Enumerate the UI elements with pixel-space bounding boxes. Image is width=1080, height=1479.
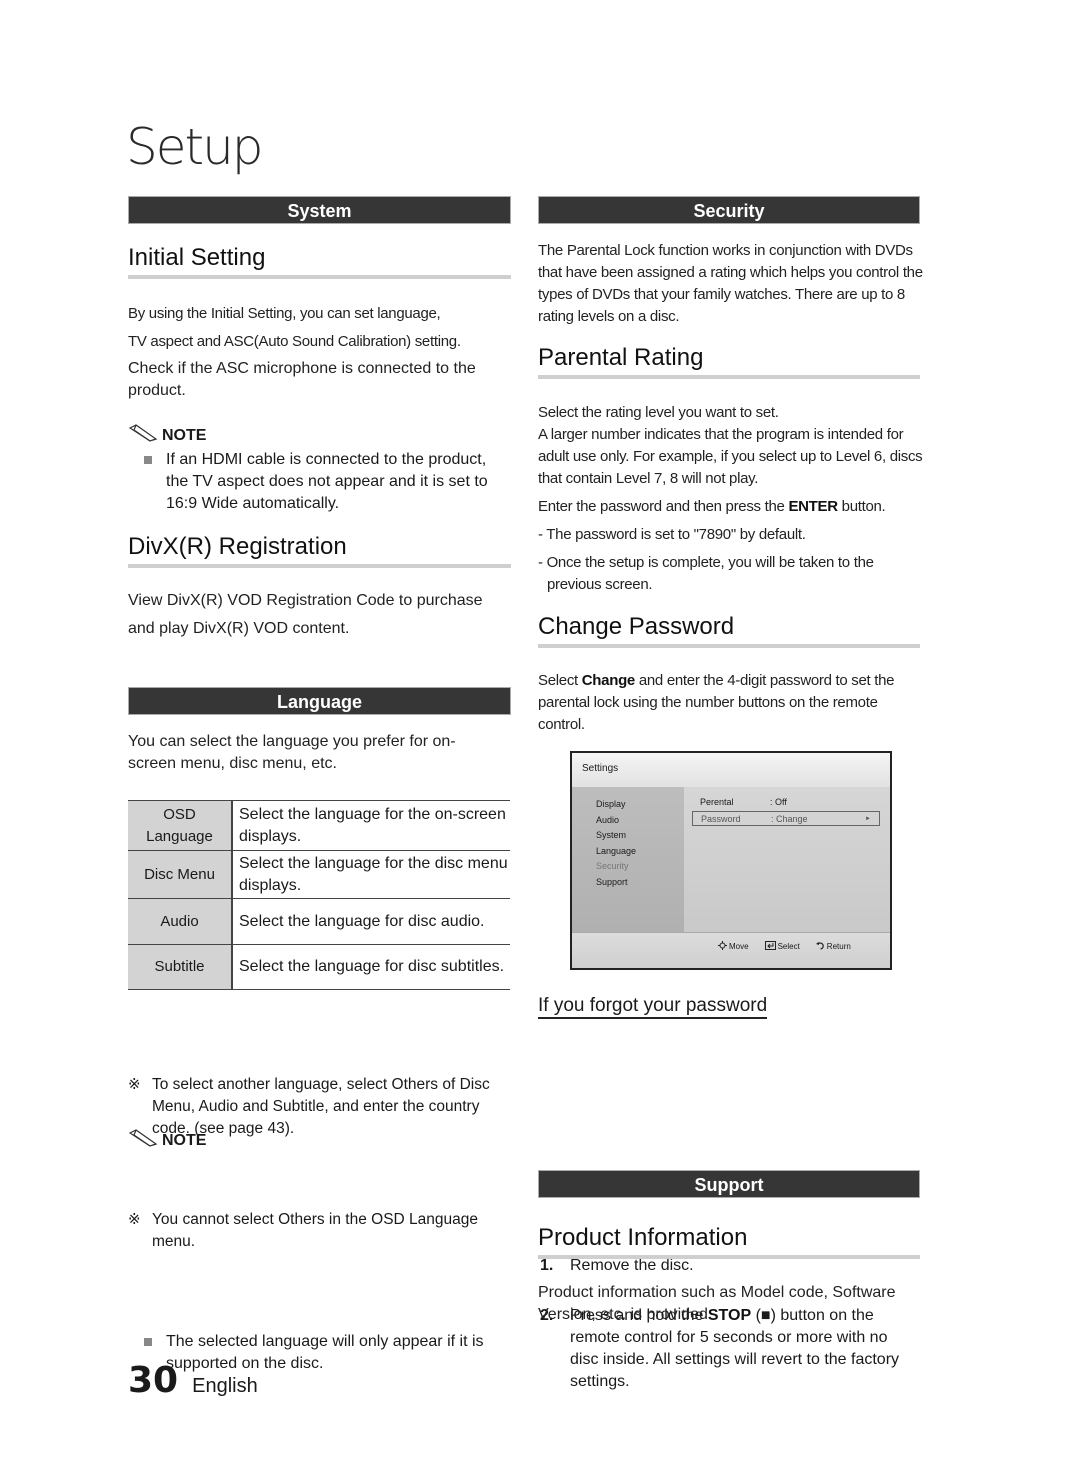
footer-select-label: Select xyxy=(777,942,800,951)
table-value: Select the language for disc audio. xyxy=(232,898,510,945)
table-key: Audio xyxy=(128,898,233,945)
page-number: 30 xyxy=(128,1360,179,1401)
footer-move-label: Move xyxy=(729,942,749,951)
pencil-icon xyxy=(128,424,158,447)
note-label: NOTE xyxy=(162,426,207,444)
parental-p3-text-end: button. xyxy=(837,498,886,515)
heading-parental-rating: Parental Rating xyxy=(538,344,920,379)
table-row: Audio Select the language for disc audio… xyxy=(128,898,510,945)
note-heading: NOTE xyxy=(128,424,206,447)
settings-row-label: Password xyxy=(701,813,741,824)
divx-p1: View DivX(R) VOD Registration Code to pu… xyxy=(128,592,483,609)
table-key: OSD Language xyxy=(128,800,233,851)
settings-menu-item: Display xyxy=(596,799,626,809)
heading-initial-setting: Initial Setting xyxy=(128,244,511,279)
product-info-text: Product information such as Model code, … xyxy=(538,1284,896,1323)
settings-row-value: : Off xyxy=(770,797,787,807)
settings-menu-panel: Display Audio System Language Security S… xyxy=(572,787,684,932)
section-bar-language: Language xyxy=(128,687,511,715)
step-text: Remove the disc. xyxy=(570,1257,694,1274)
change-password-text-start: Select xyxy=(538,672,582,689)
table-key: Disc Menu xyxy=(128,850,233,899)
heading-change-password: Change Password xyxy=(538,613,920,648)
settings-footer: Move Select Return xyxy=(572,932,890,968)
parental-p2: A larger number indicates that the progr… xyxy=(538,426,923,487)
arrow-right-icon: ► xyxy=(865,815,871,822)
parental-dash-1: - The password is set to "7890" by defau… xyxy=(538,526,806,543)
reference-note-text: You cannot select Others in the OSD Lang… xyxy=(152,1211,479,1250)
parental-p1: Select the rating level you want to set. xyxy=(538,404,779,421)
page-title: Setup xyxy=(126,118,264,176)
footer-move: Move xyxy=(718,941,749,952)
section-bar-system: System xyxy=(128,196,511,224)
table-value: Select the language for the on-screen di… xyxy=(232,800,510,851)
language-intro: You can select the language you prefer f… xyxy=(128,733,456,772)
change-option-label: Change xyxy=(581,672,636,689)
settings-row-value: : Change xyxy=(771,813,808,824)
settings-row-password: Password : Change ► xyxy=(692,811,880,826)
note-text: If an HDMI cable is connected to the pro… xyxy=(166,451,488,512)
enter-icon xyxy=(764,941,776,952)
parental-p3: Enter the password and then press the EN… xyxy=(538,496,923,518)
table-row: Subtitle Select the language for disc su… xyxy=(128,944,510,990)
bullet-square-icon xyxy=(144,1338,152,1346)
settings-screen-title: Settings xyxy=(572,753,890,787)
enter-button-label: ENTER xyxy=(788,498,838,515)
initial-setting-p2: TV aspect and ASC(Auto Sound Calibration… xyxy=(128,333,461,350)
parental-p3-text: Enter the password and then press the xyxy=(538,498,789,515)
reference-note-2: ※ You cannot select Others in the OSD La… xyxy=(128,1209,508,1253)
footer-return: Return xyxy=(815,941,851,952)
language-table: OSD Language Select the language for the… xyxy=(128,800,510,990)
settings-menu-item: Support xyxy=(596,876,628,887)
footer-select: Select xyxy=(764,941,800,952)
footer-return-label: Return xyxy=(826,942,851,951)
heading-forgot-password: If you forgot your password xyxy=(538,995,768,1019)
note-label: NOTE xyxy=(162,1131,207,1149)
initial-setting-p1: By using the Initial Setting, you can se… xyxy=(128,305,441,322)
parental-dash-2: - Once the setup is complete, you will b… xyxy=(538,554,874,593)
table-value: Select the language for the disc menu di… xyxy=(232,850,510,899)
heading-divx-registration: DivX(R) Registration xyxy=(128,533,511,568)
table-value: Select the language for disc subtitles. xyxy=(232,944,510,990)
reference-note-text: To select another language, select Other… xyxy=(152,1076,490,1137)
settings-menu-item-active: Security xyxy=(596,861,629,871)
settings-menu-item: Audio xyxy=(596,814,620,825)
return-icon xyxy=(815,941,825,952)
move-icon xyxy=(718,941,727,952)
section-bar-security: Security xyxy=(538,196,920,224)
settings-screen-image: Settings Display Audio System Language S… xyxy=(570,751,892,970)
pencil-icon xyxy=(128,1129,158,1152)
settings-row-parental: Perental : Off xyxy=(700,797,787,807)
initial-setting-p3: Check if the ASC microphone is connected… xyxy=(128,360,476,399)
security-intro: The Parental Lock function works in conj… xyxy=(538,242,923,325)
reference-mark-icon: ※ xyxy=(128,1211,141,1228)
table-row: OSD Language Select the language for the… xyxy=(128,800,510,851)
bullet-square-icon xyxy=(144,456,152,464)
note-item: If an HDMI cable is connected to the pro… xyxy=(128,449,511,515)
table-key: Subtitle xyxy=(128,944,233,990)
settings-menu-item: System xyxy=(596,830,627,840)
divx-p2: and play DivX(R) VOD content. xyxy=(128,620,350,637)
change-password-text: Select Change and enter the 4-digit pass… xyxy=(538,670,918,736)
reference-mark-icon: ※ xyxy=(128,1076,141,1093)
page-footer: 30 English xyxy=(128,1360,258,1401)
settings-menu-item: Language xyxy=(596,845,637,856)
section-bar-support: Support xyxy=(538,1170,920,1198)
heading-product-information: Product Information xyxy=(538,1224,920,1259)
table-row: Disc Menu Select the language for the di… xyxy=(128,850,510,899)
note-heading: NOTE xyxy=(128,1129,206,1152)
settings-row-label: Perental xyxy=(700,797,734,807)
page-language: English xyxy=(192,1375,258,1397)
